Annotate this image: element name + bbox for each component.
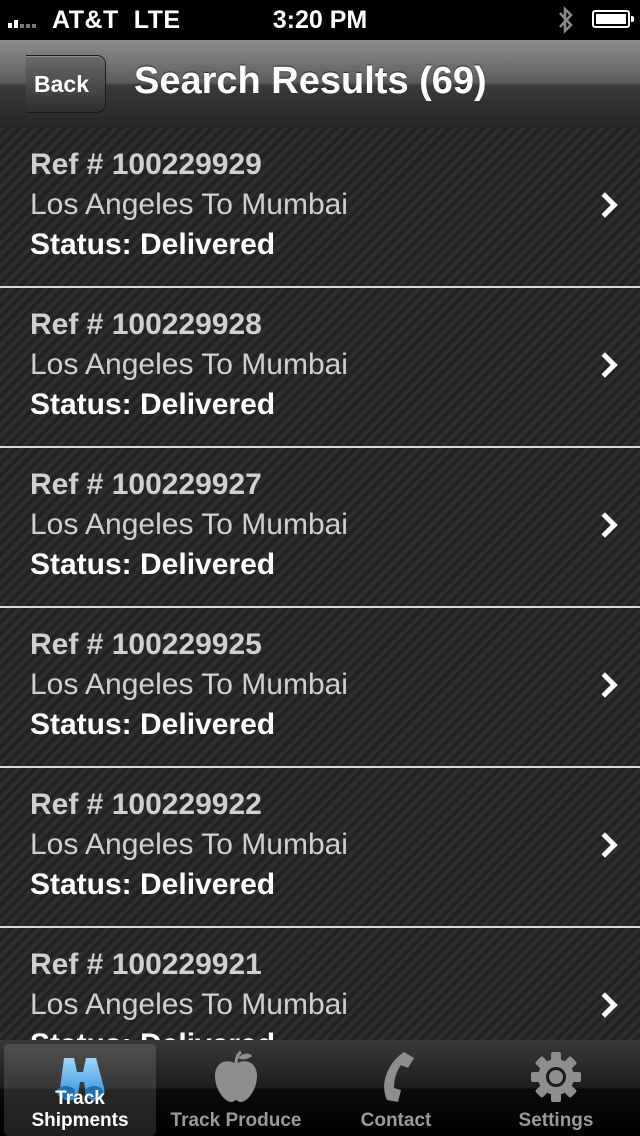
battery-icon xyxy=(592,10,634,28)
chevron-right-icon xyxy=(592,832,618,858)
tab-label: Contact xyxy=(360,1110,432,1131)
chevron-right-icon xyxy=(592,672,618,698)
chevron-right-icon xyxy=(592,992,618,1018)
search-results-list[interactable]: Ref # 100229929 Los Angeles To Mumbai St… xyxy=(0,128,640,1040)
bluetooth-icon xyxy=(558,5,574,42)
apple-icon xyxy=(211,1050,261,1109)
navigation-bar: Back Search Results (69) xyxy=(0,40,640,129)
shipment-ref: Ref # 100229925 xyxy=(30,628,262,661)
list-item[interactable]: Ref # 100229927 Los Angeles To Mumbai St… xyxy=(0,448,640,608)
shipment-status: Status: Delivered xyxy=(30,1028,275,1040)
shipment-ref: Ref # 100229928 xyxy=(30,308,262,341)
shipment-status: Status: Delivered xyxy=(30,708,276,741)
tab-track-produce[interactable]: Track Produce xyxy=(156,1040,316,1136)
shipment-ref: Ref # 100229927 xyxy=(30,468,262,501)
shipment-ref: Ref # 100229922 xyxy=(30,788,262,821)
shipment-route: Los Angeles To Mumbai xyxy=(30,988,348,1021)
list-item[interactable]: Ref # 100229928 Los Angeles To Mumbai St… xyxy=(0,288,640,448)
tab-settings[interactable]: Settings xyxy=(476,1040,636,1136)
shipment-route: Los Angeles To Mumbai xyxy=(30,188,348,221)
tab-contact[interactable]: Contact xyxy=(316,1040,476,1136)
shipment-status: Status: Delivered xyxy=(30,868,276,901)
shipment-route: Los Angeles To Mumbai xyxy=(30,348,348,381)
shipment-route: Los Angeles To Mumbai xyxy=(30,828,348,861)
page-title: Search Results (69) xyxy=(134,60,487,102)
shipment-status: Status: Delivered xyxy=(30,228,276,261)
chevron-right-icon xyxy=(592,352,618,378)
shipment-ref: Ref # 100229929 xyxy=(30,148,262,181)
back-button-label: Back xyxy=(34,70,89,97)
gear-icon xyxy=(529,1050,583,1109)
back-button[interactable]: Back xyxy=(26,55,106,113)
chevron-right-icon xyxy=(592,192,618,218)
tab-label: Settings xyxy=(518,1110,594,1131)
shipment-route: Los Angeles To Mumbai xyxy=(30,668,348,701)
list-item[interactable]: Ref # 100229929 Los Angeles To Mumbai St… xyxy=(0,128,640,288)
chevron-right-icon xyxy=(592,512,618,538)
list-item[interactable]: Ref # 100229925 Los Angeles To Mumbai St… xyxy=(0,608,640,768)
tab-bar: Track Shipments Track Produce Contact Se… xyxy=(0,1040,640,1136)
clock: 3:20 PM xyxy=(272,6,368,34)
status-bar: AT&T LTE 3:20 PM xyxy=(0,0,640,40)
list-item[interactable]: Ref # 100229921 Los Angeles To Mumbai St… xyxy=(0,928,640,1040)
shipment-route: Los Angeles To Mumbai xyxy=(30,508,348,541)
shipment-ref: Ref # 100229921 xyxy=(30,948,262,981)
tab-track-shipments[interactable]: Track Shipments xyxy=(4,1044,156,1136)
tab-label: Track Produce xyxy=(170,1110,302,1131)
shipment-status: Status: Delivered xyxy=(30,548,276,581)
tab-label: Track Shipments xyxy=(31,1088,129,1131)
shipment-status: Status: Delivered xyxy=(30,388,276,421)
list-item[interactable]: Ref # 100229922 Los Angeles To Mumbai St… xyxy=(0,768,640,928)
phone-icon xyxy=(374,1050,418,1109)
